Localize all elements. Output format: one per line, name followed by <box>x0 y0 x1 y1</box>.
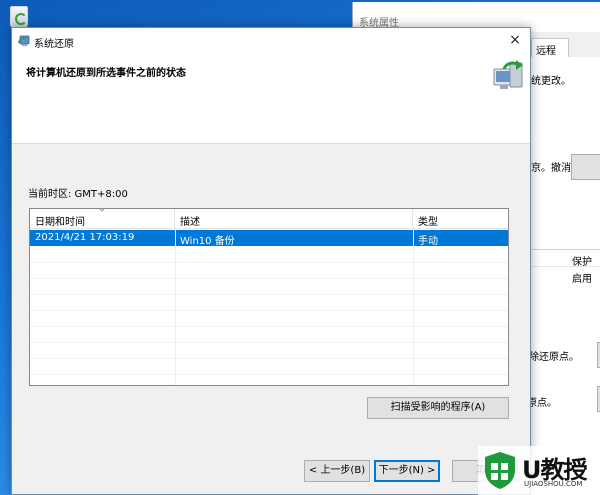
dialog-titlebar[interactable]: 系统还原 × <box>12 28 530 54</box>
watermark-url: UJIAOSHOU.COM <box>524 480 583 488</box>
next-button[interactable]: 下一步(N) > <box>374 460 440 482</box>
dialog-title: 系统还原 <box>34 39 74 50</box>
timezone-label: 当前时区: GMT+8:00 <box>28 189 128 200</box>
row-type: 手动 <box>418 236 438 247</box>
grid-line <box>30 326 508 327</box>
grid-line <box>30 358 508 359</box>
column-header-label: 日期和时间 <box>35 217 85 228</box>
shield-logo-icon <box>485 452 515 489</box>
system-restore-dialog: 系统还原 × 将计算机还原到所选事件之前的状态 当前时区: GMT+8:00 日… <box>11 27 531 495</box>
restore-points-text: 原点。 <box>527 398 557 409</box>
tab-remote[interactable]: 远程 <box>531 38 569 58</box>
close-button[interactable]: × <box>500 28 530 54</box>
column-header-type[interactable]: 类型 <box>413 209 508 229</box>
grid-line <box>30 294 508 295</box>
table-header: 日期和时间 描述 类型 <box>30 207 508 229</box>
sort-chevron-icon <box>98 207 106 212</box>
restore-wizard-icon <box>493 60 523 89</box>
row-datetime: 2021/4/21 17:03:19 <box>35 232 135 243</box>
grid-line <box>175 229 176 385</box>
row-description: Win10 备份 <box>180 236 235 247</box>
system-restore-button[interactable] <box>571 154 600 180</box>
system-restore-icon <box>18 35 30 46</box>
column-header-label: 描述 <box>180 217 200 228</box>
restore-points-table: 日期和时间 描述 类型 2021/4/21 17:03:19 Win10 备份 … <box>29 207 509 386</box>
header-title: 将计算机还原到所选事件之前的状态 <box>26 68 186 79</box>
undo-text: 京。撤消 <box>531 163 571 174</box>
scan-affected-programs-button[interactable]: 扫描受影响的程序(A) <box>367 397 509 419</box>
column-header-description[interactable]: 描述 <box>175 209 413 229</box>
table-row[interactable]: 2021/4/21 17:03:19 Win10 备份 手动 <box>30 230 508 247</box>
grid-line <box>30 342 508 343</box>
grid-line <box>413 229 414 385</box>
protection-enabled-value: 启用 <box>572 274 592 285</box>
dialog-header: 将计算机还原到所选事件之前的状态 <box>12 54 530 144</box>
grid-line <box>30 374 508 375</box>
grid-line <box>30 278 508 279</box>
grid-row-line <box>529 266 600 267</box>
watermark-logo: U教授 UJIAOSHOU.COM <box>478 446 600 495</box>
grid-line <box>30 262 508 263</box>
column-header-label: 类型 <box>418 217 438 228</box>
grid-line <box>30 310 508 311</box>
back-button[interactable]: < 上一步(B) <box>304 460 370 482</box>
changes-text: 统更改。 <box>531 76 571 87</box>
